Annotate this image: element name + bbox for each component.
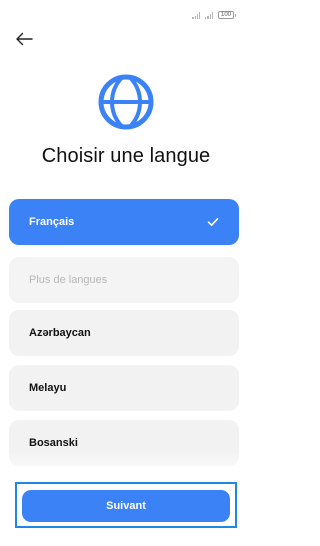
battery-icon: 100 bbox=[217, 11, 236, 19]
language-option-azerbaycan[interactable]: Azərbaycan bbox=[9, 310, 239, 356]
status-bar: 100 bbox=[192, 10, 236, 20]
language-selection-screen: 100 Choisir une langue Français Plus de … bbox=[0, 0, 252, 546]
language-label: Plus de langues bbox=[29, 274, 108, 286]
list-fade bbox=[0, 452, 252, 478]
language-label: Azərbaycan bbox=[29, 327, 91, 339]
language-label: Français bbox=[29, 216, 75, 228]
language-option-melayu[interactable]: Melayu bbox=[9, 365, 239, 411]
language-label: Melayu bbox=[29, 382, 67, 394]
arrow-left-icon bbox=[16, 32, 33, 46]
check-icon bbox=[207, 218, 219, 226]
more-languages-option[interactable]: Plus de langues bbox=[9, 257, 239, 303]
signal-icon bbox=[205, 11, 213, 19]
language-label: Bosanski bbox=[29, 437, 78, 449]
signal-icon bbox=[192, 11, 201, 19]
language-option-francais[interactable]: Français bbox=[9, 199, 239, 245]
next-button[interactable]: Suivant bbox=[22, 490, 230, 522]
back-button[interactable] bbox=[12, 30, 36, 48]
globe-icon bbox=[98, 74, 154, 130]
battery-level: 100 bbox=[217, 11, 234, 19]
page-title: Choisir une langue bbox=[41, 145, 211, 167]
